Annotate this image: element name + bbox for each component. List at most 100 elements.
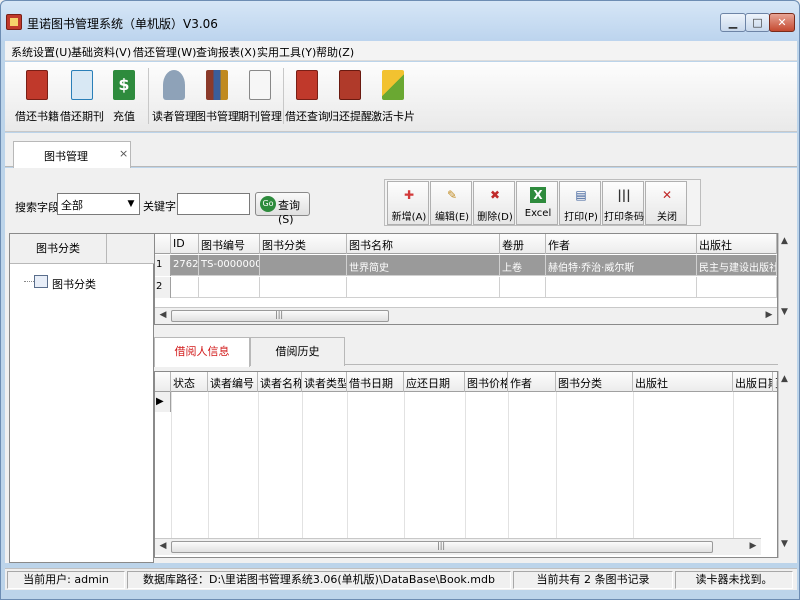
table-cell[interactable] [260, 277, 347, 298]
scroll-thumb[interactable]: ||| [171, 310, 389, 322]
table-cell[interactable]: 民主与建设出版社 [697, 255, 777, 276]
tab-borrow-history[interactable]: 借阅历史 [250, 337, 345, 366]
close-panel-button[interactable]: ✕ 关闭 [645, 181, 687, 225]
keyword-input[interactable] [177, 193, 250, 215]
reader-management-button[interactable]: 读者管理 [152, 70, 196, 130]
column-header[interactable]: 借书日期 [347, 372, 404, 392]
tab-book-management[interactable]: 图书管理 × [13, 141, 131, 168]
scroll-down-icon[interactable]: ▼ [781, 307, 788, 317]
column-header[interactable]: 作者 [546, 234, 697, 254]
recharge-label: 充值 [113, 110, 135, 123]
borrow-query-button[interactable]: 借还查询 [285, 70, 329, 130]
column-header[interactable]: 读者编号 [208, 372, 258, 392]
table-cell[interactable]: 上卷 [500, 255, 546, 276]
grid-divider [208, 392, 209, 538]
scroll-down-icon[interactable]: ▼ [781, 539, 788, 549]
add-button[interactable]: ✚ 新增(A) [387, 181, 429, 225]
scroll-left-icon[interactable]: ◀ [157, 310, 169, 320]
scroll-up-icon[interactable]: ▲ [781, 236, 788, 246]
row-marker[interactable]: 2 [155, 277, 171, 298]
column-header[interactable]: 作者 [508, 372, 556, 392]
table-cell[interactable]: 2762 [171, 255, 199, 276]
menu-tools[interactable]: 实用工具(Y) [257, 44, 316, 60]
return-reminder-button[interactable]: 归还提醒 [328, 70, 372, 130]
print-barcode-button[interactable]: ||| 打印条码 [602, 181, 644, 225]
borrow-books-button[interactable]: 借还书籍 [15, 70, 59, 130]
column-header[interactable]: 图书编号 [199, 234, 260, 254]
column-header[interactable]: ID [171, 234, 199, 254]
grid-divider [347, 392, 348, 538]
maximize-button[interactable]: □ [745, 13, 770, 32]
table-cell[interactable]: 世界简史 [347, 255, 500, 276]
column-header[interactable]: 图书价格 [465, 372, 508, 392]
borrower-grid-hscrollbar[interactable]: ◀ ||| ▶ [155, 538, 761, 555]
tab-borrower-info[interactable]: 借阅人信息 [154, 337, 250, 367]
row-marker[interactable]: ▶ [155, 392, 171, 412]
column-header[interactable]: 出版社 [697, 234, 777, 254]
table-cell[interactable] [347, 277, 500, 298]
column-header[interactable]: 图书分类 [260, 234, 347, 254]
scroll-right-icon[interactable]: ▶ [763, 310, 775, 320]
print-button[interactable]: ▤ 打印(P) [559, 181, 601, 225]
menu-borrow-return[interactable]: 借还管理(W) [133, 44, 196, 60]
column-header[interactable]: 图书分类 [556, 372, 633, 392]
column-header[interactable]: 出版日期 [733, 372, 773, 392]
edit-button[interactable]: ✎ 编辑(E) [430, 181, 472, 225]
add-icon: ✚ [403, 188, 415, 202]
table-row[interactable]: 1 2762 TS-00000001 世界简史 上卷 赫伯特·乔治·威尔斯 民主… [155, 255, 777, 276]
books-grid-hscrollbar[interactable]: ◀ ||| ▶ [155, 307, 777, 324]
status-db-path: 数据库路径：D:\里诺图书管理系统3.06(单机版)\DataBase\Book… [127, 571, 511, 589]
column-header[interactable]: 卷册 [500, 234, 546, 254]
table-cell[interactable]: 赫伯特·乔治·威尔斯 [546, 255, 697, 276]
scroll-thumb[interactable]: ||| [171, 541, 713, 553]
query-button[interactable]: Go 查询(S) [255, 192, 310, 226]
scroll-up-icon[interactable]: ▲ [781, 374, 788, 384]
column-header[interactable]: 读者名称 [258, 372, 302, 392]
table-row[interactable]: 2 [155, 277, 777, 298]
scroll-left-icon[interactable]: ◀ [157, 541, 169, 551]
table-cell[interactable] [199, 277, 260, 298]
column-header[interactable]: 出版社 [633, 372, 733, 392]
grid-divider [404, 392, 405, 538]
tree-node-root[interactable]: 图书分类 [52, 276, 96, 292]
delete-button[interactable]: ✖ 删除(D) [473, 181, 515, 225]
row-header-corner [155, 372, 171, 392]
table-cell[interactable] [260, 255, 347, 276]
search-field-select[interactable]: 全部 ▼ [57, 193, 140, 215]
close-window-button[interactable]: ✕ [769, 13, 795, 32]
column-header[interactable]: 读者类型 [302, 372, 347, 392]
excel-export-button[interactable]: X Excel [516, 181, 558, 225]
column-header[interactable]: 状态 [171, 372, 208, 392]
menu-basic-data[interactable]: 基础资料(V) [71, 44, 131, 60]
scroll-right-icon[interactable]: ▶ [747, 541, 759, 551]
menu-system-settings[interactable]: 系统设置(U) [11, 44, 72, 60]
table-cell[interactable] [697, 277, 777, 298]
row-marker[interactable]: 1 [155, 255, 171, 276]
column-header[interactable]: 图书名称 [347, 234, 500, 254]
borrower-grid-vscrollbar[interactable]: ▲ ▼ [778, 371, 795, 558]
grid-divider [556, 392, 557, 538]
delete-label: 删除(D) [477, 212, 513, 223]
borrow-subtabs: 借阅人信息 借阅历史 [154, 335, 778, 367]
activate-card-label: 激活卡片 [371, 110, 415, 123]
chevron-down-icon[interactable]: ▼ [124, 195, 138, 213]
column-header[interactable]: 应还日期 [404, 372, 465, 392]
table-cell[interactable]: TS-00000001 [199, 255, 260, 276]
table-cell[interactable] [171, 277, 199, 298]
menu-help[interactable]: 帮助(Z) [316, 44, 354, 60]
edit-label: 编辑(E) [434, 212, 470, 223]
status-current-user: 当前用户: admin [7, 571, 125, 589]
window-title: 里诺图书管理系统（单机版）V3.06 [27, 17, 218, 31]
tab-close-icon[interactable]: × [119, 147, 128, 160]
table-cell[interactable] [546, 277, 697, 298]
activate-card-button[interactable]: 激活卡片 [371, 70, 415, 130]
book-management-button[interactable]: 图书管理 [195, 70, 239, 130]
minimize-button[interactable]: ▁ [720, 13, 746, 32]
tab-book-categories[interactable]: 图书分类 [10, 234, 107, 264]
books-grid-vscrollbar[interactable]: ▲ ▼ [778, 233, 795, 325]
grid-divider [733, 392, 734, 538]
menu-reports[interactable]: 查询报表(X) [196, 44, 256, 60]
recharge-button[interactable]: $ 充值 [102, 70, 146, 130]
periodical-management-button[interactable]: 期刊管理 [238, 70, 282, 130]
table-cell[interactable] [500, 277, 546, 298]
